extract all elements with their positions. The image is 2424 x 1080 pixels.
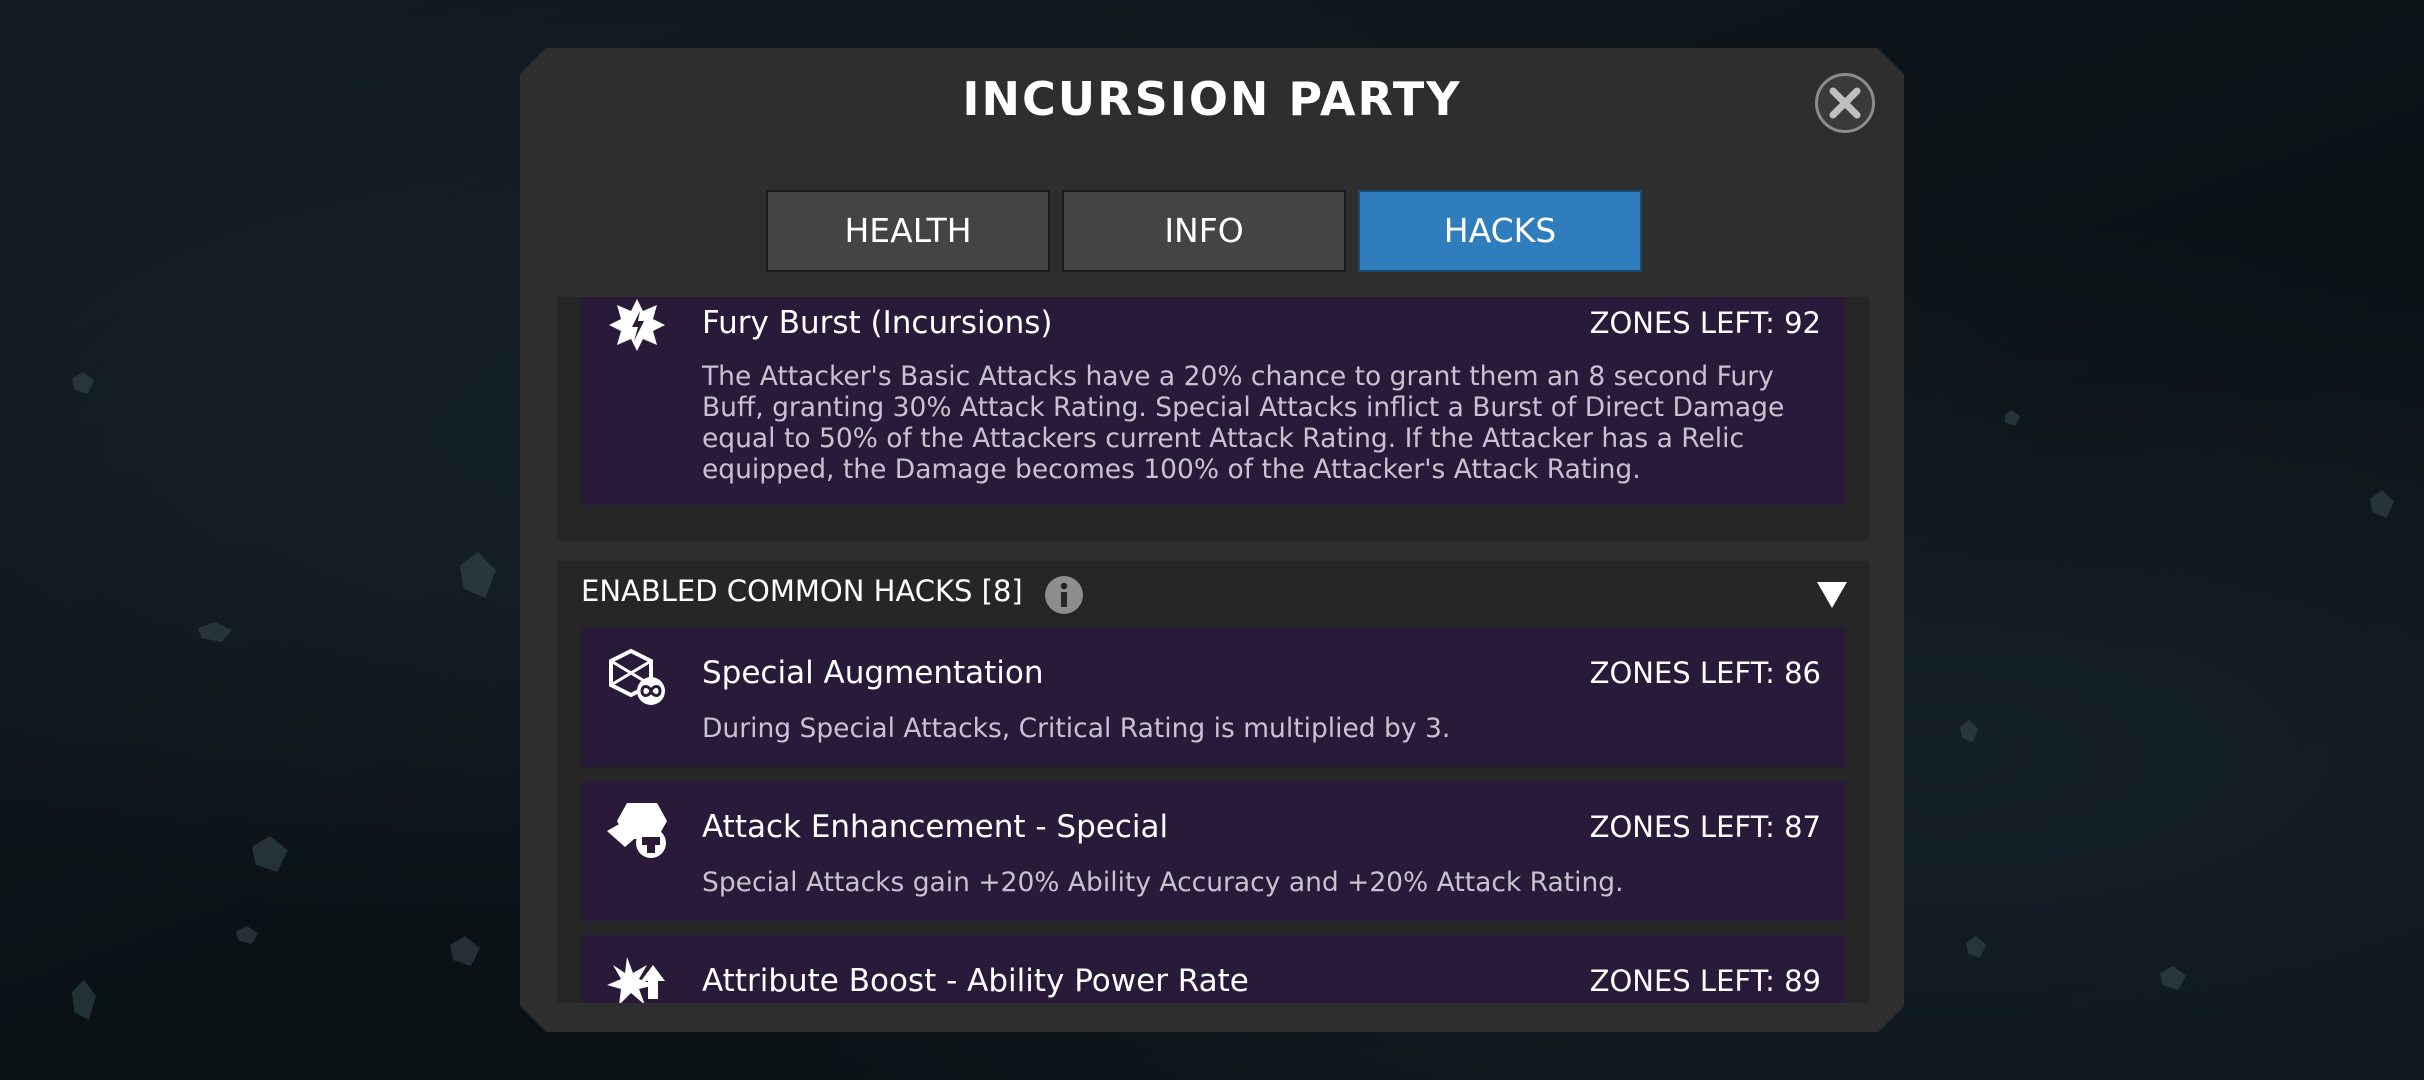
featured-hack-section: Fury Burst (Incursions) ZONES LEFT: 92 T… [557,297,1869,541]
tab-health[interactable]: HEALTH [766,190,1050,272]
hack-card: Attribute Boost - Ability Power Rate ZON… [581,935,1845,1003]
common-hacks-header: ENABLED COMMON HACKS [8] [581,574,1023,608]
background-shard [2160,966,2186,990]
tab-hacks[interactable]: HACKS [1358,190,1642,272]
background-shard [236,926,258,944]
close-button[interactable] [1815,73,1875,133]
info-icon[interactable] [1044,575,1084,619]
hack-description: The Attacker's Basic Attacks have a 20% … [702,361,1785,485]
background-shard [1960,720,1978,742]
hack-card: Fury Burst (Incursions) ZONES LEFT: 92 T… [581,297,1845,505]
collapse-triangle-icon[interactable] [1816,581,1848,613]
close-icon [1829,87,1861,119]
background-shard [2370,490,2394,518]
attribute-boost-icon [607,955,669,1003]
hack-card: Special Augmentation ZONES LEFT: 86 Duri… [581,627,1845,767]
hack-description: Special Attacks gain +20% Ability Accura… [702,867,1624,898]
background-shard [450,936,480,966]
common-hacks-section: ENABLED COMMON HACKS [8] Special Augment… [557,561,1869,1003]
special-augmentation-icon [607,647,669,711]
fury-burst-icon [607,297,667,357]
hack-card: Attack Enhancement - Special ZONES LEFT:… [581,781,1845,921]
hack-name: Special Augmentation [702,655,1044,691]
hack-description: During Special Attacks, Critical Rating … [702,713,1451,744]
background-shard [72,372,94,394]
tab-info[interactable]: INFO [1062,190,1346,272]
background-shard [2004,410,2020,426]
background-shard [460,552,496,598]
background-shard [1966,936,1986,958]
hack-name: Fury Burst (Incursions) [702,305,1053,341]
attack-enhancement-icon [607,801,669,865]
zones-left: ZONES LEFT: 86 [1589,656,1821,690]
zones-left: ZONES LEFT: 92 [1589,306,1821,340]
modal-title: INCURSION PARTY [962,72,1462,126]
hack-name: Attribute Boost - Ability Power Rate [702,963,1249,999]
background-shard [72,980,96,1020]
zones-left: ZONES LEFT: 89 [1589,964,1821,998]
zones-left: ZONES LEFT: 87 [1589,810,1821,844]
background-shard [198,622,232,642]
hack-name: Attack Enhancement - Special [702,809,1169,845]
hacks-scroll-area[interactable]: Fury Burst (Incursions) ZONES LEFT: 92 T… [557,297,1869,1003]
background-shard [252,836,288,872]
